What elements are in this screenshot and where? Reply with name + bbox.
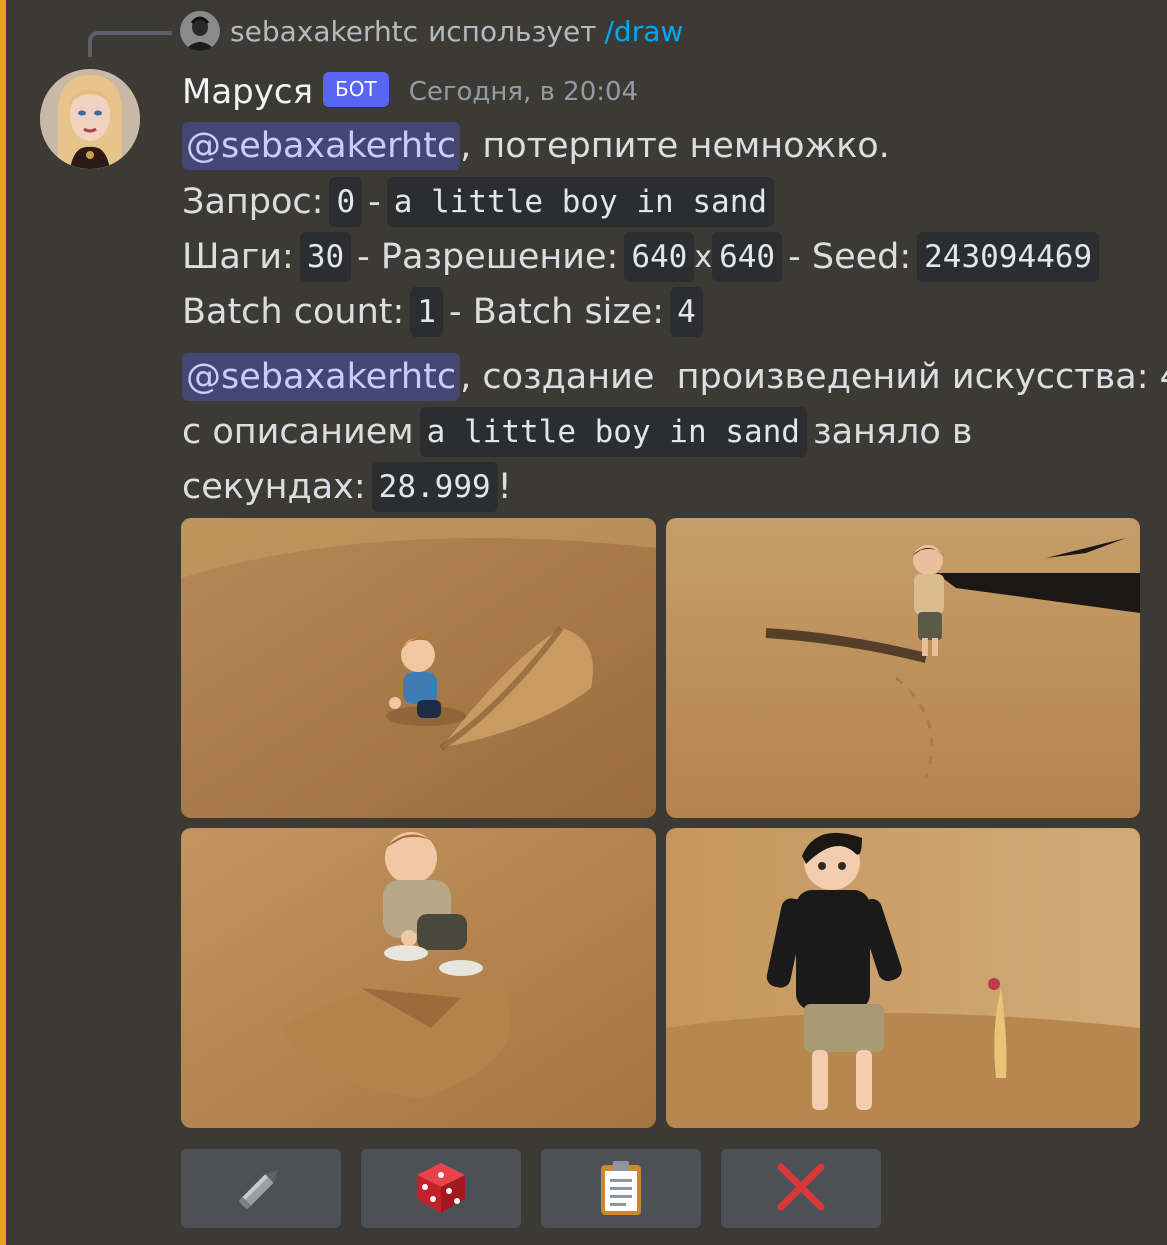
query-label: Запрос: [182, 182, 324, 222]
duration-code: 28.999 [371, 462, 498, 512]
user-mention-2[interactable]: @sebaxakerhtc [182, 353, 461, 401]
generated-image-2[interactable] [666, 518, 1140, 818]
result-line-2: с описанием a little boy in sand заняло в [182, 406, 973, 458]
height-code: 640 [712, 232, 783, 282]
result-text-2b: заняло в [812, 412, 973, 452]
batch-size-code: 4 [670, 287, 703, 337]
steps-code: 30 [299, 232, 352, 282]
delete-button[interactable] [721, 1149, 881, 1228]
bot-avatar[interactable] [40, 69, 140, 169]
result-text-3: секундах: [182, 467, 366, 507]
batch-count-code: 1 [410, 287, 443, 337]
times-sign: x [694, 239, 713, 275]
reply-connector [88, 31, 172, 57]
generated-image-4[interactable] [666, 828, 1140, 1128]
result-text-1: , создание произведений искусства: 4 [460, 357, 1167, 397]
bot-username[interactable]: Маруся [182, 72, 313, 112]
dice-icon [411, 1157, 471, 1221]
prompt-code: a little boy in sand [386, 177, 775, 227]
dash-separator: - [368, 182, 381, 222]
result-line-1: @sebaxakerhtc, создание произведений иск… [182, 351, 1167, 403]
user-mention[interactable]: @sebaxakerhtc [182, 122, 461, 170]
message-line-1: @sebaxakerhtc, потерпите немножко. [182, 120, 890, 172]
slash-command-link[interactable]: /draw [605, 15, 684, 48]
message-line-query: Запрос: 0- a little boy in sand [182, 176, 775, 228]
seed-code: 243094469 [917, 232, 1100, 282]
clipboard-icon [591, 1157, 651, 1221]
reply-action: использует [428, 14, 597, 48]
bot-badge: БОТ [323, 71, 389, 107]
message-header: Маруся БОТ Сегодня, в 20:04 [182, 66, 638, 118]
exclamation: ! [497, 467, 512, 507]
query-index-code: 0 [329, 177, 363, 227]
reply-username[interactable]: sebaxakerhtc [230, 15, 418, 48]
cross-icon [771, 1157, 831, 1221]
command-usage-line: sebaxakerhtc использует /draw [180, 10, 683, 52]
generated-image-3[interactable] [181, 828, 656, 1128]
discord-message-view: sebaxakerhtc использует /draw Маруся БОТ… [0, 0, 1167, 1245]
width-code: 640 [624, 232, 695, 282]
result-line-3: секундах: 28.999! [182, 461, 512, 513]
wait-text: , потерпите немножко. [460, 126, 890, 166]
pencil-icon [231, 1157, 291, 1221]
seed-label: - Seed: [788, 237, 912, 277]
batch-count-label: Batch count: [182, 292, 405, 332]
reply-user-avatar[interactable] [180, 11, 220, 51]
result-prompt-code: a little boy in sand [419, 407, 807, 457]
highlight-accent-bar [0, 0, 6, 1245]
message-line-params: Шаги: 30- Разрешение: 640 x 640- Seed: 243094… [182, 231, 1100, 283]
resolution-label: - Разрешение: [357, 237, 619, 277]
edit-button[interactable] [181, 1149, 341, 1228]
steps-label: Шаги: [182, 237, 294, 277]
message-line-batch: Batch count: 1- Batch size: 4 [182, 286, 703, 338]
generated-image-1[interactable] [181, 518, 656, 818]
message-timestamp[interactable]: Сегодня, в 20:04 [409, 77, 638, 107]
result-text-2a: с описанием [182, 412, 414, 452]
copy-button[interactable] [541, 1149, 701, 1228]
reroll-button[interactable] [361, 1149, 521, 1228]
batch-size-label: - Batch size: [448, 292, 665, 332]
